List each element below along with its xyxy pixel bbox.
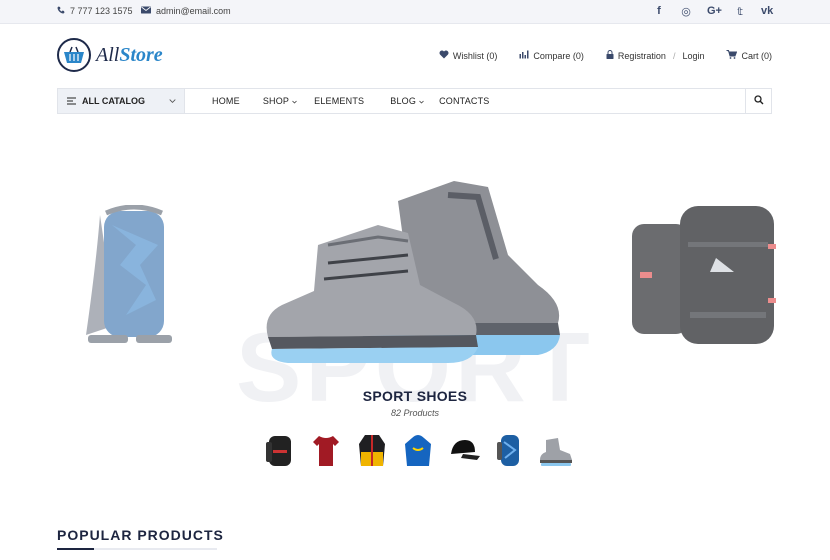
nav-item-shop[interactable]: SHOP [263,96,297,106]
thumb-jacket[interactable] [354,430,390,470]
section-underline [57,548,217,550]
email-contact[interactable]: admin@email.com [141,6,231,16]
chevron-down-icon [292,96,297,106]
search-icon [753,92,764,110]
nav-item-elements[interactable]: ELEMENTS [314,96,364,106]
compare-link[interactable]: Compare (0) [519,50,584,61]
logo-wordmark: AllStore [96,43,163,66]
wishlist-link[interactable]: Wishlist (0) [439,50,498,61]
heart-icon [439,50,449,61]
chevron-down-icon [169,96,176,106]
twitter-icon[interactable]: 𝕥 [734,5,746,18]
nav-item-contacts[interactable]: CONTACTS [439,96,489,106]
divider: / [672,50,676,61]
next-slide-backpack-image[interactable] [630,202,780,352]
prev-slide-backpack-image[interactable] [76,204,180,355]
nav-item-blog[interactable]: BLOG [390,96,424,106]
phone-icon [57,6,65,16]
catalog-label: ALL CATALOG [82,96,145,106]
phone-number: 7 777 123 1575 [70,6,133,16]
cart-label: Cart (0) [741,50,772,61]
search-button[interactable] [745,89,771,113]
thumb-backpack-blue[interactable] [492,430,528,470]
google-plus-icon[interactable]: G+ [707,5,722,18]
bar-chart-icon [519,50,529,61]
social-links: f ◎ G+ 𝕥 vk [653,5,773,18]
top-bar: 7 777 123 1575 admin@email.com f ◎ G+ 𝕥 … [0,0,830,24]
all-catalog-dropdown[interactable]: ALL CATALOG [58,89,185,113]
basket-icon [57,38,91,72]
thumb-backpack-black[interactable] [262,430,298,470]
store-logo[interactable]: AllStore [57,38,163,72]
nav-item-home[interactable]: HOME [212,96,240,106]
nav-menu: HOME SHOP ELEMENTS BLOG CONTACTS [212,89,490,113]
cart-link[interactable]: Cart (0) [726,50,772,61]
menu-lines-icon [67,97,76,105]
registration-link[interactable]: Registration [618,51,666,61]
lock-icon [606,50,614,61]
product-count: 82 Products [390,408,440,418]
account-links: Registration / Login [606,50,704,61]
chevron-down-icon [419,96,424,106]
section-title: POPULAR PRODUCTS [57,527,224,543]
wishlist-label: Wishlist (0) [452,50,498,61]
login-link[interactable]: Login [682,51,704,61]
header-links: Wishlist (0) Compare (0) Registration / … [439,50,772,61]
instagram-icon[interactable]: ◎ [680,5,692,18]
vk-icon[interactable]: vk [761,5,773,18]
slide-title: SPORT SHOES [362,388,468,404]
thumb-sneaker[interactable] [538,430,574,470]
envelope-icon [141,6,151,16]
thumb-red-tshirt[interactable] [308,430,344,470]
email-address: admin@email.com [156,6,231,16]
category-thumbnails [262,430,574,470]
cart-icon [726,50,738,61]
facebook-icon[interactable]: f [653,5,665,18]
phone-contact[interactable]: 7 777 123 1575 [57,6,133,16]
sport-shoes-image[interactable] [258,175,570,365]
compare-label: Compare (0) [533,50,584,61]
thumb-blue-hoodie[interactable] [400,430,436,470]
thumb-black-cap[interactable] [446,430,482,470]
main-nav: ALL CATALOG HOME SHOP ELEMENTS BLOG CONT… [57,88,772,114]
